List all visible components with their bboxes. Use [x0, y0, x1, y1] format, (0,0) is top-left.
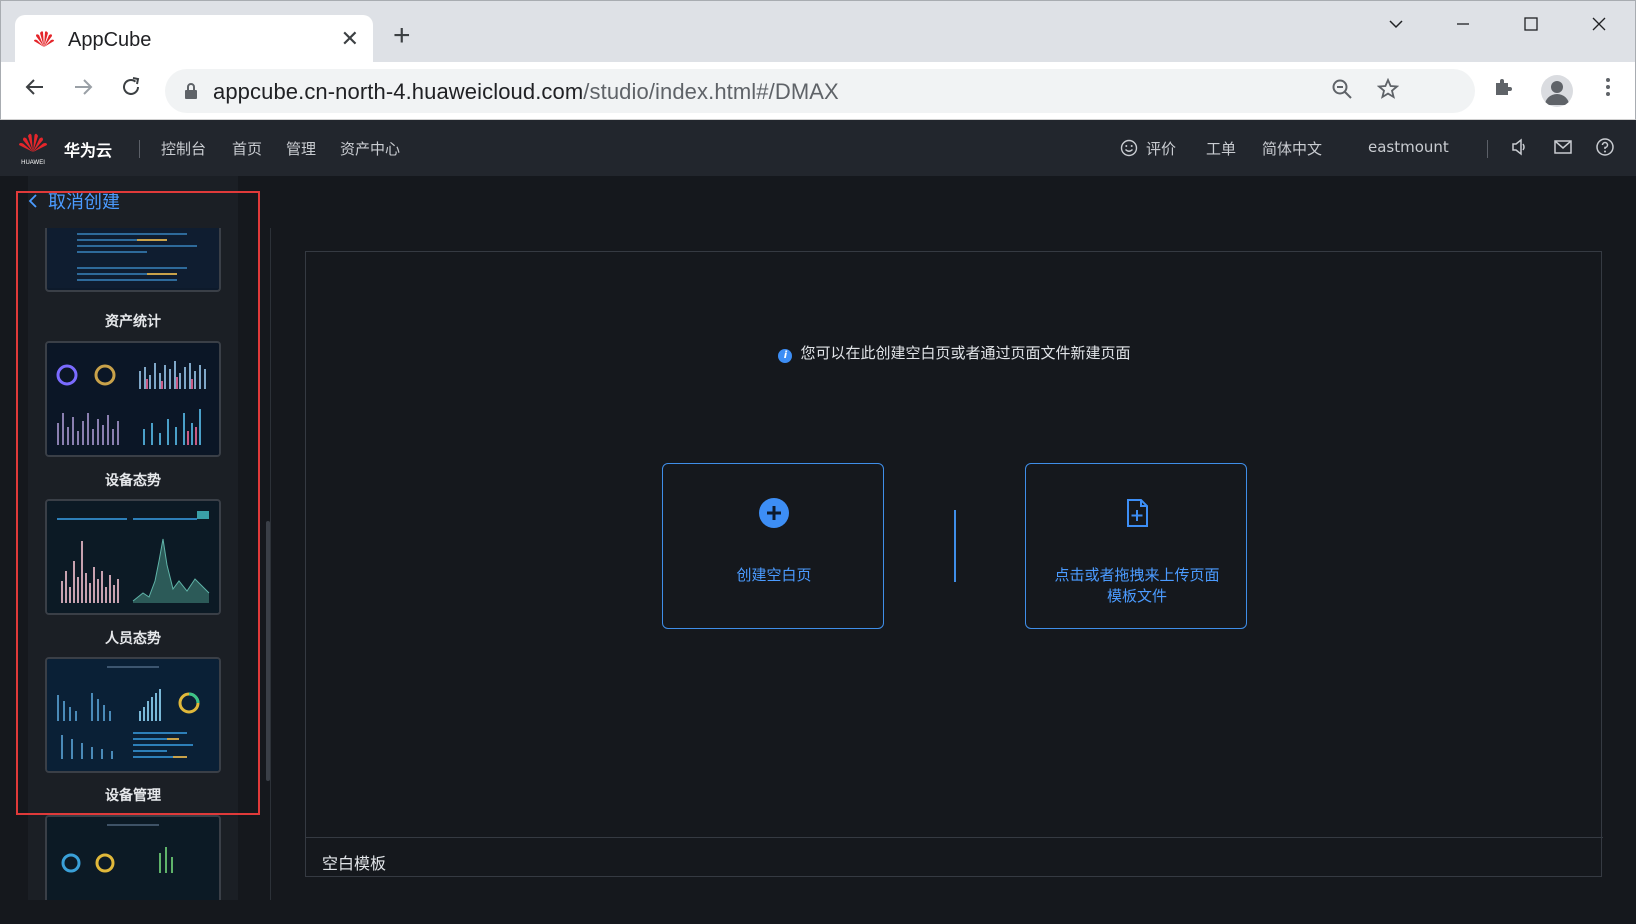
- huawei-logo-icon: [34, 31, 54, 47]
- bookmark-star-icon[interactable]: [1375, 77, 1401, 104]
- huawei-logo-text: HUAWEI: [21, 160, 45, 166]
- browser-menu-icon[interactable]: [1593, 76, 1623, 106]
- username[interactable]: eastmount: [1368, 138, 1449, 156]
- app-header: HUAWEI 华为云 控制台 首页 管理 资产中心 评价 工单 简体中文 eas…: [0, 120, 1636, 176]
- maximize-icon[interactable]: [1511, 11, 1551, 41]
- tab-search-icon[interactable]: [1376, 11, 1416, 41]
- smile-icon: [1120, 139, 1138, 157]
- nav-console[interactable]: 控制台: [161, 138, 206, 159]
- huawei-cloud-logo-icon[interactable]: HUAWEI: [16, 130, 50, 166]
- new-tab-icon[interactable]: +: [393, 21, 411, 51]
- brand-name[interactable]: 华为云: [64, 137, 112, 161]
- address-bar[interactable]: appcube.cn-north-4.huaweicloud.com/studi…: [165, 69, 1475, 113]
- browser-tab-strip: AppCube ✕ +: [0, 0, 1636, 63]
- blank-template-label: 空白模板: [322, 854, 387, 873]
- tab-title: AppCube: [68, 29, 152, 51]
- rate-link[interactable]: 评价: [1146, 138, 1176, 159]
- language-select[interactable]: 简体中文: [1262, 138, 1322, 159]
- help-icon[interactable]: [1594, 136, 1616, 158]
- lock-icon: [185, 83, 197, 99]
- info-message: i 您可以在此创建空白页或者通过页面文件新建页面: [306, 342, 1603, 363]
- browser-tab[interactable]: AppCube ✕: [15, 15, 373, 63]
- sidebar-scrollbar[interactable]: [266, 521, 270, 781]
- minimize-icon[interactable]: [1443, 11, 1483, 41]
- extensions-icon[interactable]: [1489, 76, 1519, 106]
- header-divider: [1487, 140, 1488, 158]
- nav-asset-center[interactable]: 资产中心: [340, 138, 400, 159]
- url-host: appcube.cn-north-4.huaweicloud.com: [213, 79, 584, 104]
- panel-divider: [270, 228, 271, 900]
- create-blank-label: 创建空白页: [736, 566, 812, 584]
- url-path: /studio/index.html#/DMAX: [583, 79, 839, 104]
- template-thumb-next[interactable]: [45, 815, 221, 900]
- browser-toolbar: appcube.cn-north-4.huaweicloud.com/studi…: [0, 62, 1636, 120]
- forward-arrow-icon[interactable]: [65, 73, 101, 109]
- highlight-box: [16, 191, 260, 815]
- upload-label-line1: 点击或者拖拽来上传页面: [1054, 566, 1220, 584]
- card-divider: [954, 510, 956, 582]
- mail-icon[interactable]: [1552, 136, 1574, 158]
- back-arrow-icon[interactable]: [17, 73, 53, 109]
- speaker-icon[interactable]: [1508, 136, 1530, 158]
- create-page-panel: i 您可以在此创建空白页或者通过页面文件新建页面 创建空白页 点击或者拖拽来上传页…: [305, 251, 1603, 877]
- upload-label-line2: 模板文件: [1106, 587, 1167, 605]
- zoom-icon[interactable]: [1329, 78, 1355, 104]
- app-body: 取消创建 资产统计 设备态势 人员态势 设备管理 i 您可以在此创建空白页或者通…: [0, 176, 1636, 924]
- close-tab-icon[interactable]: ✕: [341, 26, 359, 52]
- file-add-icon: [1127, 499, 1148, 527]
- bottom-divider: [306, 837, 1603, 838]
- info-icon: i: [778, 349, 793, 363]
- info-text: 您可以在此创建空白页或者通过页面文件新建页面: [800, 344, 1131, 362]
- plus-circle-icon: [759, 498, 789, 528]
- header-divider: [139, 140, 140, 158]
- nav-manage[interactable]: 管理: [286, 138, 316, 159]
- url-text: appcube.cn-north-4.huaweicloud.com/studi…: [213, 79, 839, 105]
- upload-template-button[interactable]: 点击或者拖拽来上传页面 模板文件: [1025, 463, 1247, 629]
- nav-home[interactable]: 首页: [232, 138, 262, 159]
- close-window-icon[interactable]: [1579, 11, 1619, 41]
- reload-icon[interactable]: [113, 73, 149, 109]
- create-blank-page-button[interactable]: 创建空白页: [662, 463, 884, 629]
- ticket-link[interactable]: 工单: [1206, 138, 1236, 159]
- profile-avatar-icon[interactable]: [1541, 75, 1573, 107]
